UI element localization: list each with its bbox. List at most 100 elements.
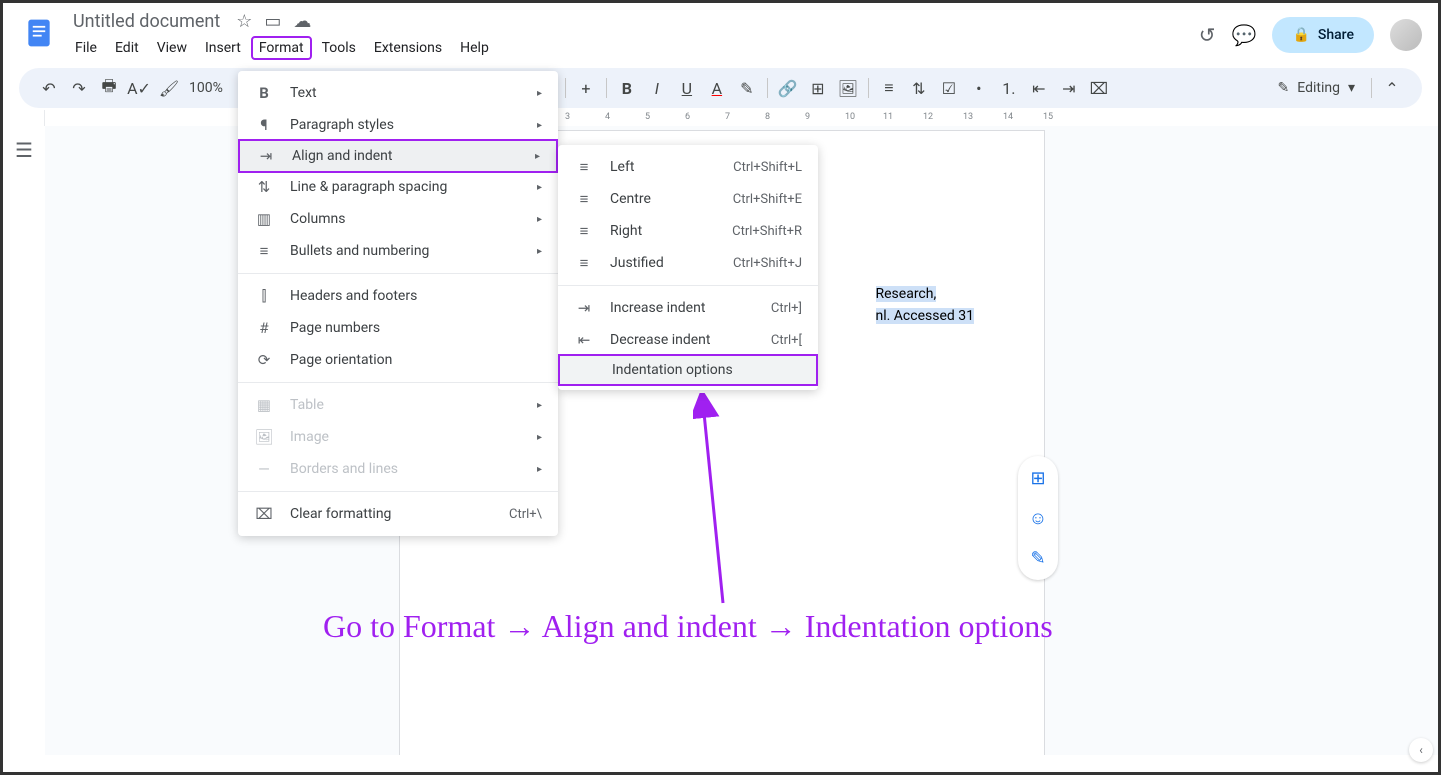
menu-view[interactable]: View <box>149 36 195 60</box>
format-page-numbers[interactable]: #Page numbers <box>238 312 558 344</box>
insert-link-button[interactable]: 🔗 <box>774 74 802 102</box>
clear-icon: ⌧ <box>254 505 274 523</box>
cloud-status-icon[interactable]: ☁ <box>293 11 311 32</box>
paint-format-button[interactable]: 🖌 <box>155 74 183 102</box>
format-paragraph-styles[interactable]: ¶Paragraph styles▸ <box>238 109 558 141</box>
insert-plus-button[interactable]: + <box>572 74 600 102</box>
menu-divider <box>238 491 558 492</box>
checklist-button[interactable]: ☑ <box>935 74 963 102</box>
underline-button[interactable]: U <box>673 74 701 102</box>
show-side-panel-button[interactable]: ‹ <box>1409 738 1433 762</box>
decrease-indent-button[interactable]: ⇤ <box>1025 74 1053 102</box>
bulleted-list-button[interactable]: • <box>965 74 993 102</box>
chevron-right-icon: ▸ <box>537 88 542 99</box>
line-spacing-button[interactable]: ⇅ <box>905 74 933 102</box>
align-right-icon: ≡ <box>574 222 594 240</box>
format-bullets-numbering[interactable]: ≡Bullets and numbering▸ <box>238 235 558 267</box>
line-spacing-icon: ⇅ <box>254 178 274 196</box>
format-clear-formatting[interactable]: ⌧Clear formattingCtrl+\ <box>238 498 558 530</box>
menu-edit[interactable]: Edit <box>107 36 147 60</box>
indent-increase-icon: ⇥ <box>574 299 594 317</box>
menu-divider <box>238 273 558 274</box>
italic-button[interactable]: I <box>643 74 671 102</box>
indentation-options[interactable]: Indentation options <box>558 354 818 386</box>
numbered-list-button[interactable]: 1. <box>995 74 1023 102</box>
align-left-icon: ≡ <box>574 158 594 176</box>
comments-icon[interactable]: 💬 <box>1232 23 1257 47</box>
align-left[interactable]: ≡LeftCtrl+Shift+L <box>558 151 818 183</box>
menu-format[interactable]: Format <box>251 36 312 60</box>
rotate-icon: ⟳ <box>254 351 274 369</box>
align-right[interactable]: ≡RightCtrl+Shift+R <box>558 215 818 247</box>
share-button[interactable]: 🔒 Share <box>1272 17 1374 53</box>
menu-extensions[interactable]: Extensions <box>366 36 450 60</box>
highlight-color-button[interactable]: ✎ <box>733 74 761 102</box>
line-icon: — <box>254 460 274 478</box>
star-icon[interactable]: ☆ <box>236 11 252 32</box>
side-rail: ⊞ ☺ ✎ <box>1018 456 1058 580</box>
avatar[interactable] <box>1390 19 1422 51</box>
menu-file[interactable]: File <box>67 36 105 60</box>
list-icon: ≡ <box>254 242 274 260</box>
menu-insert[interactable]: Insert <box>197 36 249 60</box>
chevron-right-icon: ▸ <box>537 214 542 225</box>
format-page-orientation[interactable]: ⟳Page orientation <box>238 344 558 376</box>
menu-divider <box>558 285 818 286</box>
separator <box>868 78 869 98</box>
editing-label: Editing <box>1297 80 1340 96</box>
redo-button[interactable]: ↷ <box>65 74 93 102</box>
increase-indent[interactable]: ⇥Increase indentCtrl+] <box>558 292 818 324</box>
menu-help[interactable]: Help <box>452 36 497 60</box>
separator <box>767 78 768 98</box>
format-columns[interactable]: ▥Columns▸ <box>238 203 558 235</box>
suggest-rail-button[interactable]: ✎ <box>1024 544 1052 572</box>
add-comment-rail-button[interactable]: ⊞ <box>1024 464 1052 492</box>
emoji-rail-button[interactable]: ☺ <box>1024 504 1052 532</box>
editing-mode-button[interactable]: ✎ Editing ▾ <box>1268 76 1365 100</box>
decrease-indent[interactable]: ⇤Decrease indentCtrl+[ <box>558 324 818 356</box>
menubar: File Edit View Insert Format Tools Exten… <box>67 36 1199 60</box>
outline-icon[interactable]: ☰ <box>15 138 33 755</box>
docs-logo-icon[interactable] <box>19 13 59 53</box>
chevron-right-icon: ▸ <box>535 151 540 162</box>
print-button[interactable]: 🖶 <box>95 74 123 102</box>
move-icon[interactable]: ▭ <box>264 11 281 32</box>
text-color-button[interactable]: A <box>703 74 731 102</box>
header-icon: ⫿ <box>254 287 274 305</box>
collapse-toolbar-button[interactable]: ⌃ <box>1378 74 1406 102</box>
format-borders-lines: —Borders and lines▸ <box>238 453 558 485</box>
chevron-right-icon: ▸ <box>537 120 542 131</box>
format-headers-footers[interactable]: ⫿Headers and footers <box>238 280 558 312</box>
document-title[interactable]: Untitled document <box>67 9 226 34</box>
format-text[interactable]: BText▸ <box>238 77 558 109</box>
zoom-level[interactable]: 100% <box>185 80 227 96</box>
format-dropdown: BText▸ ¶Paragraph styles▸ ⇥Align and ind… <box>238 71 558 536</box>
align-justified[interactable]: ≡JustifiedCtrl+Shift+J <box>558 247 818 279</box>
align-center-icon: ≡ <box>574 190 594 208</box>
add-comment-button[interactable]: ⊞ <box>804 74 832 102</box>
spellcheck-button[interactable]: A✓ <box>125 74 153 102</box>
toolbar: ↶ ↷ 🖶 A✓ 🖌 100% + B I U A ✎ 🔗 ⊞ 🖼 ≡ ⇅ ☑ … <box>19 68 1422 108</box>
menu-tools[interactable]: Tools <box>314 36 364 60</box>
align-centre[interactable]: ≡CentreCtrl+Shift+E <box>558 183 818 215</box>
chevron-right-icon: ▸ <box>537 432 542 443</box>
align-button[interactable]: ≡ <box>875 74 903 102</box>
chevron-right-icon: ▸ <box>537 182 542 193</box>
separator <box>606 78 607 98</box>
pencil-icon: ✎ <box>1278 80 1290 96</box>
history-icon[interactable]: ↺ <box>1199 23 1216 47</box>
insert-image-button[interactable]: 🖼 <box>834 74 862 102</box>
increase-indent-button[interactable]: ⇥ <box>1055 74 1083 102</box>
clear-format-button[interactable]: ⌧ <box>1085 74 1113 102</box>
bold-icon: B <box>254 84 274 102</box>
format-align-indent[interactable]: ⇥Align and indent▸ <box>238 139 558 173</box>
lock-icon: 🔒 <box>1292 27 1309 43</box>
bold-button[interactable]: B <box>613 74 641 102</box>
table-icon: ▦ <box>254 396 274 414</box>
format-line-spacing[interactable]: ⇅Line & paragraph spacing▸ <box>238 171 558 203</box>
undo-button[interactable]: ↶ <box>35 74 63 102</box>
align-justify-icon: ≡ <box>574 254 594 272</box>
chevron-right-icon: ▸ <box>537 246 542 257</box>
indent-icon: ⇥ <box>256 147 276 165</box>
share-label: Share <box>1318 27 1354 43</box>
